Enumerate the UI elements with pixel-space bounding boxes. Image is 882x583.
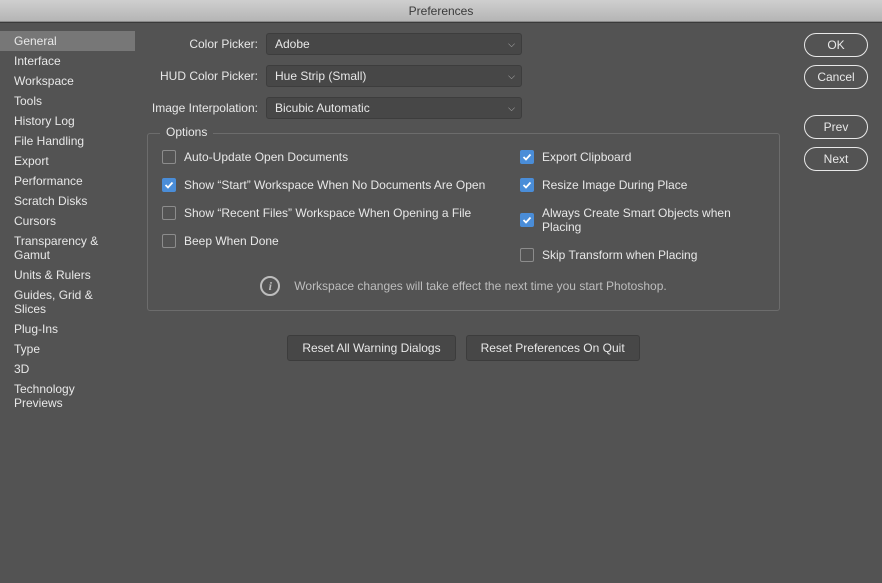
sidebar-item-file-handling[interactable]: File Handling — [0, 131, 135, 151]
checkbox[interactable] — [520, 150, 534, 164]
info-icon: i — [260, 276, 280, 296]
sidebar-item-interface[interactable]: Interface — [0, 51, 135, 71]
dialog-buttons: OK Cancel Prev Next — [792, 23, 882, 583]
option-label: Resize Image During Place — [542, 178, 687, 192]
option-label: Skip Transform when Placing — [542, 248, 697, 262]
checkbox[interactable] — [162, 150, 176, 164]
prev-button[interactable]: Prev — [804, 115, 868, 139]
chevron-down-icon: ⌵ — [508, 39, 515, 50]
option-row: Show “Recent Files” Workspace When Openi… — [162, 206, 520, 220]
cancel-button[interactable]: Cancel — [804, 65, 868, 89]
checkbox[interactable] — [162, 206, 176, 220]
sidebar-item-history-log[interactable]: History Log — [0, 111, 135, 131]
checkbox[interactable] — [162, 178, 176, 192]
reset-warnings-button[interactable]: Reset All Warning Dialogs — [287, 335, 455, 361]
sidebar-item-technology-previews[interactable]: Technology Previews — [0, 379, 135, 413]
color-picker-label: Color Picker: — [143, 37, 266, 51]
checkbox[interactable] — [520, 213, 534, 227]
ok-button[interactable]: OK — [804, 33, 868, 57]
sidebar-item-guides-grid-slices[interactable]: Guides, Grid & Slices — [0, 285, 135, 319]
checkbox[interactable] — [520, 248, 534, 262]
sidebar-item-general[interactable]: General — [0, 31, 135, 51]
sidebar-item-tools[interactable]: Tools — [0, 91, 135, 111]
chevron-down-icon: ⌵ — [508, 103, 515, 114]
option-row: Show “Start” Workspace When No Documents… — [162, 178, 520, 192]
hud-color-picker-value: Hue Strip (Small) — [275, 69, 366, 83]
option-label: Beep When Done — [184, 234, 279, 248]
option-row: Auto-Update Open Documents — [162, 150, 520, 164]
info-text: Workspace changes will take effect the n… — [294, 279, 666, 293]
option-label: Show “Start” Workspace When No Documents… — [184, 178, 485, 192]
sidebar-item-workspace[interactable]: Workspace — [0, 71, 135, 91]
options-legend: Options — [160, 125, 213, 139]
sidebar-item-cursors[interactable]: Cursors — [0, 211, 135, 231]
chevron-down-icon: ⌵ — [508, 71, 515, 82]
options-group: Options Auto-Update Open DocumentsShow “… — [147, 133, 780, 311]
option-label: Export Clipboard — [542, 150, 631, 164]
sidebar-item-scratch-disks[interactable]: Scratch Disks — [0, 191, 135, 211]
color-picker-select[interactable]: Adobe ⌵ — [266, 33, 522, 55]
sidebar-item-type[interactable]: Type — [0, 339, 135, 359]
color-picker-value: Adobe — [275, 37, 310, 51]
checkbox[interactable] — [520, 178, 534, 192]
hud-color-picker-label: HUD Color Picker: — [143, 69, 266, 83]
sidebar-item-transparency-gamut[interactable]: Transparency & Gamut — [0, 231, 135, 265]
content-area: GeneralInterfaceWorkspaceToolsHistory Lo… — [0, 22, 882, 583]
option-row: Beep When Done — [162, 234, 520, 248]
preferences-sidebar: GeneralInterfaceWorkspaceToolsHistory Lo… — [0, 23, 135, 583]
option-row: Resize Image During Place — [520, 178, 765, 192]
sidebar-item-units-rulers[interactable]: Units & Rulers — [0, 265, 135, 285]
window-title: Preferences — [0, 0, 882, 22]
option-row: Export Clipboard — [520, 150, 765, 164]
option-label: Always Create Smart Objects when Placing — [542, 206, 765, 234]
image-interpolation-label: Image Interpolation: — [143, 101, 266, 115]
image-interpolation-value: Bicubic Automatic — [275, 101, 370, 115]
reset-on-quit-button[interactable]: Reset Preferences On Quit — [466, 335, 640, 361]
next-button[interactable]: Next — [804, 147, 868, 171]
hud-color-picker-select[interactable]: Hue Strip (Small) ⌵ — [266, 65, 522, 87]
sidebar-item-export[interactable]: Export — [0, 151, 135, 171]
option-row: Always Create Smart Objects when Placing — [520, 206, 765, 234]
sidebar-item-performance[interactable]: Performance — [0, 171, 135, 191]
checkbox[interactable] — [162, 234, 176, 248]
option-label: Show “Recent Files” Workspace When Openi… — [184, 206, 471, 220]
option-label: Auto-Update Open Documents — [184, 150, 348, 164]
option-row: Skip Transform when Placing — [520, 248, 765, 262]
sidebar-item-3d[interactable]: 3D — [0, 359, 135, 379]
image-interpolation-select[interactable]: Bicubic Automatic ⌵ — [266, 97, 522, 119]
sidebar-item-plug-ins[interactable]: Plug-Ins — [0, 319, 135, 339]
main-panel: Color Picker: Adobe ⌵ HUD Color Picker: … — [135, 23, 792, 583]
